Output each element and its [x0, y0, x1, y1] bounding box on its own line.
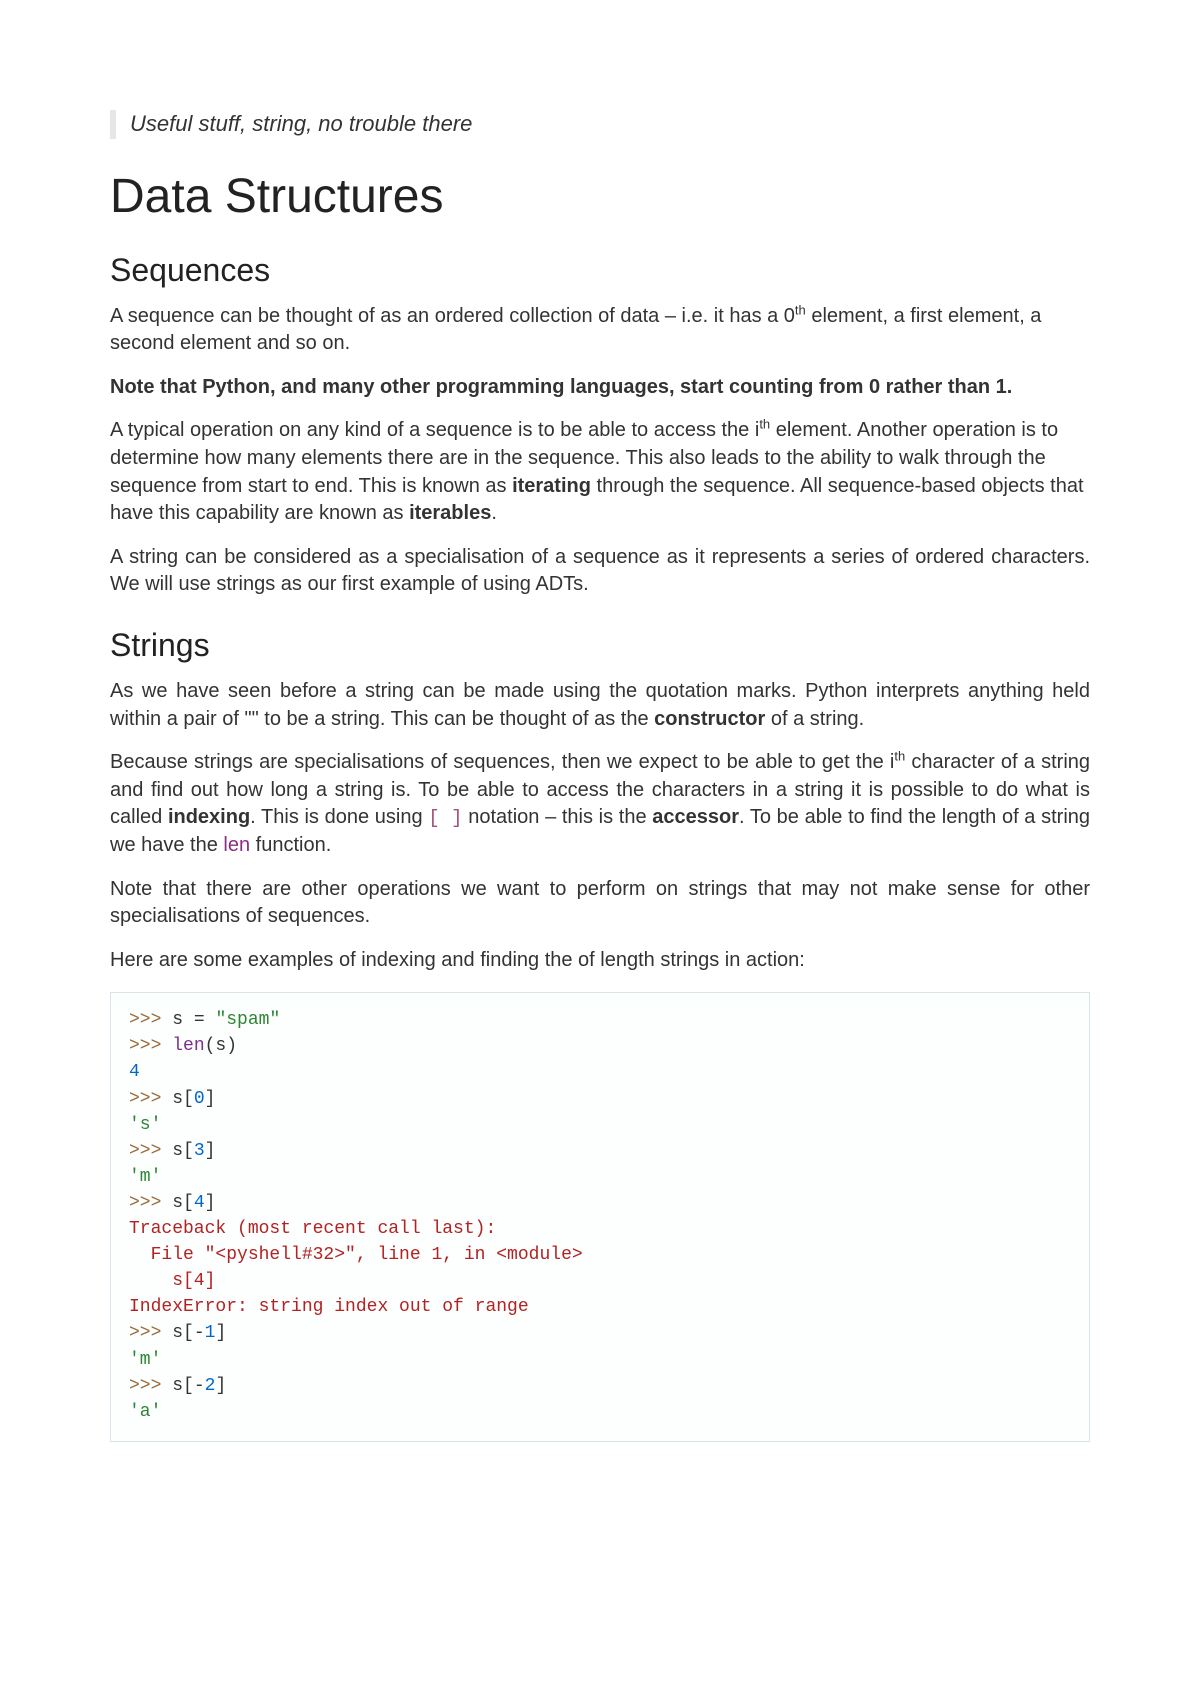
text: A sequence can be thought of as an order…	[110, 305, 795, 327]
page-title: Data Structures	[110, 169, 1090, 224]
code-example-block: >>> s = "spam" >>> len(s) 4 >>> s[0] 's'…	[110, 992, 1090, 1442]
bold-text: constructor	[654, 708, 765, 730]
superscript: th	[894, 748, 905, 763]
len-link: len	[223, 834, 250, 856]
code-error: IndexError: string index out of range	[129, 1297, 529, 1317]
code-text: s[	[172, 1141, 194, 1161]
bold-text: iterables	[409, 502, 491, 524]
code-text: s =	[172, 1010, 215, 1030]
text: As we have seen before a string can be m…	[110, 680, 1090, 730]
superscript: th	[759, 417, 770, 432]
code-text: ]	[215, 1376, 226, 1396]
bold-text: Note that Python, and many other program…	[110, 376, 1012, 398]
text: A typical operation on any kind of a seq…	[110, 419, 759, 441]
code-text: s[	[172, 1089, 194, 1109]
text: .	[491, 502, 497, 524]
code-number: 4	[129, 1062, 140, 1082]
repl-prompt: >>>	[129, 1036, 172, 1056]
code-string: 'm'	[129, 1167, 161, 1187]
code-text: ]	[205, 1141, 216, 1161]
strings-paragraph-4: Here are some examples of indexing and f…	[110, 947, 1090, 975]
repl-prompt: >>>	[129, 1010, 172, 1030]
strings-paragraph-3: Note that there are other operations we …	[110, 876, 1090, 931]
repl-prompt: >>>	[129, 1089, 172, 1109]
code-text: s[	[172, 1193, 194, 1213]
text: of a string.	[765, 708, 864, 730]
strings-paragraph-1: As we have seen before a string can be m…	[110, 678, 1090, 733]
superscript: th	[795, 302, 806, 317]
text: . This is done using	[250, 806, 428, 828]
code-text: ]	[215, 1323, 226, 1343]
epigraph-quote: Useful stuff, string, no trouble there	[110, 110, 1090, 139]
code-error: Traceback (most recent call last):	[129, 1219, 496, 1239]
repl-prompt: >>>	[129, 1141, 172, 1161]
sequences-paragraph-2: A typical operation on any kind of a seq…	[110, 417, 1090, 527]
code-text: (s)	[205, 1036, 237, 1056]
sequences-note: Note that Python, and many other program…	[110, 374, 1090, 402]
code-number: 1	[205, 1323, 216, 1343]
bold-text: accessor	[652, 806, 739, 828]
document-page: Useful stuff, string, no trouble there D…	[0, 0, 1200, 1697]
repl-prompt: >>>	[129, 1193, 172, 1213]
code-error: File "<pyshell#32>", line 1, in <module>	[129, 1245, 583, 1265]
code-string: 's'	[129, 1115, 161, 1135]
code-number: 0	[194, 1089, 205, 1109]
sequences-paragraph-3: A string can be considered as a speciali…	[110, 544, 1090, 599]
code-text: ]	[205, 1089, 216, 1109]
code-number: 4	[194, 1193, 205, 1213]
bold-text: indexing	[168, 806, 250, 828]
repl-prompt: >>>	[129, 1323, 172, 1343]
code-text: s[-	[172, 1323, 204, 1343]
code-number: 3	[194, 1141, 205, 1161]
code-bracket: [ ]	[428, 807, 462, 829]
code-string: "spam"	[215, 1010, 280, 1030]
strings-paragraph-2: Because strings are specialisations of s…	[110, 749, 1090, 859]
code-text: s[-	[172, 1376, 204, 1396]
section-heading-strings: Strings	[110, 627, 1090, 664]
text: notation – this is the	[463, 806, 653, 828]
code-number: 2	[205, 1376, 216, 1396]
text: Because strings are specialisations of s…	[110, 751, 894, 773]
code-text: ]	[205, 1193, 216, 1213]
code-error: s[4]	[129, 1271, 215, 1291]
code-builtin: len	[172, 1036, 204, 1056]
sequences-paragraph-1: A sequence can be thought of as an order…	[110, 303, 1090, 358]
bold-text: iterating	[512, 475, 591, 497]
repl-prompt: >>>	[129, 1376, 172, 1396]
text: function.	[250, 834, 331, 856]
section-heading-sequences: Sequences	[110, 252, 1090, 289]
code-string: 'a'	[129, 1402, 161, 1422]
code-string: 'm'	[129, 1350, 161, 1370]
